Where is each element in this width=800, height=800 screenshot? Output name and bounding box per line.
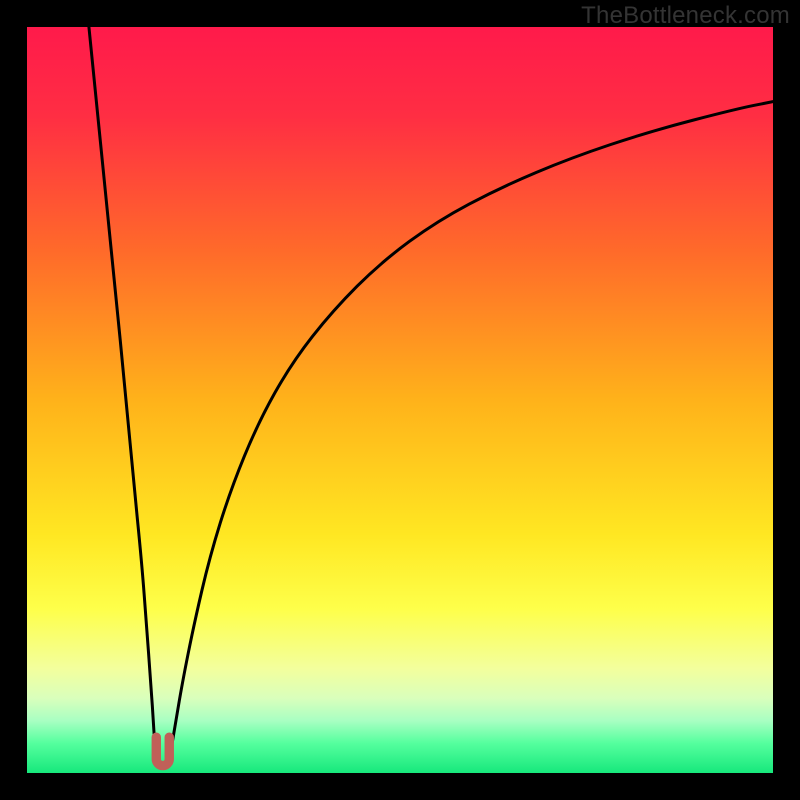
gradient-background: [27, 27, 773, 773]
plot-area: [27, 27, 773, 773]
chart-frame: TheBottleneck.com: [0, 0, 800, 800]
plot-svg: [27, 27, 773, 773]
watermark-text: TheBottleneck.com: [581, 2, 790, 30]
